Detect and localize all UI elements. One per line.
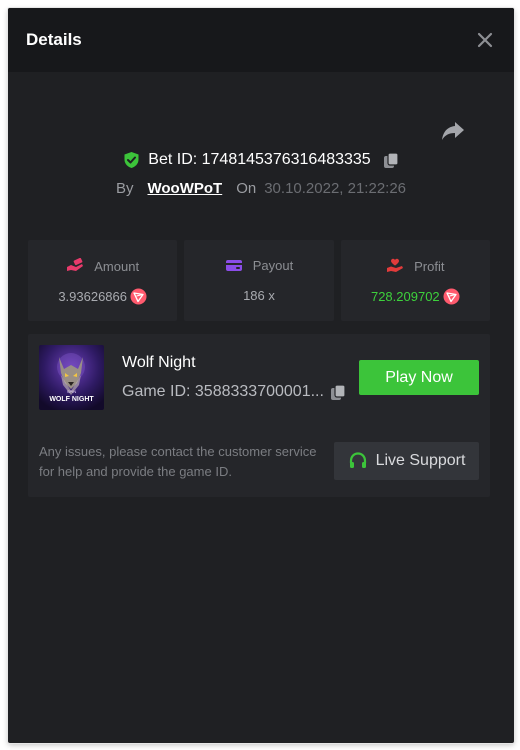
hand-coins-icon (67, 258, 84, 271)
bet-datetime: 30.10.2022, 21:22:26 (264, 180, 407, 197)
stat-amount-value: 3.93626866 (58, 289, 127, 304)
headset-icon (349, 452, 366, 468)
game-thumbnail[interactable]: SPIN WOLF NIGHT (39, 345, 104, 410)
user-link[interactable]: WooWPoT (148, 180, 223, 197)
share-button[interactable] (440, 120, 466, 142)
live-support-button[interactable]: Live Support (334, 442, 479, 480)
modal-title: Details (26, 30, 82, 49)
game-name: Wolf Night (122, 354, 196, 371)
copy-game-id-button[interactable] (330, 383, 346, 401)
bet-meta-row: By WooWPoT On 30.10.2022, 21:22:26 (8, 180, 514, 197)
copy-icon (383, 151, 399, 168)
bet-stats: Amount 3.93626866 Payout 186 x Profit 72… (28, 240, 490, 321)
wallet-icon (225, 260, 242, 271)
play-now-button[interactable]: Play Now (359, 360, 479, 395)
bet-id-text: Bet ID: 1748145376316483335 (148, 151, 371, 168)
live-support-label: Live Support (375, 452, 466, 469)
copy-icon (330, 383, 346, 400)
details-modal: Details Bet ID: 1748145376316483335 By W… (8, 8, 514, 743)
tron-coin-icon (130, 288, 147, 305)
tron-coin-icon (443, 288, 460, 305)
support-hint-text: Any issues, please contact the customer … (39, 444, 317, 479)
bet-id-row: Bet ID: 1748145376316483335 (8, 151, 514, 169)
close-icon (477, 32, 493, 48)
modal-header: Details (8, 8, 514, 72)
stat-profit-label: Profit (414, 258, 445, 274)
share-icon (442, 122, 464, 140)
hand-heart-icon (387, 258, 404, 272)
shield-check-icon (124, 152, 139, 168)
game-panel: SPIN WOLF NIGHT Wolf Night Game ID: 3588… (28, 334, 490, 497)
stat-amount-label: Amount (94, 258, 140, 274)
by-label: By (115, 180, 134, 197)
stat-payout-value: 186 x (243, 288, 275, 303)
stat-profit-value: 728.209702 (370, 289, 440, 304)
thumb-brand-text: SPIN (67, 389, 76, 394)
stat-payout-label: Payout (252, 258, 294, 273)
stat-profit: Profit 728.209702 (340, 240, 490, 321)
close-button[interactable] (474, 29, 496, 51)
game-id-text: Game ID: 3588333700001... (122, 383, 324, 400)
wolf-night-artwork: SPIN WOLF NIGHT (39, 345, 104, 410)
stat-payout: Payout 186 x (184, 240, 334, 321)
stat-amount: Amount 3.93626866 (28, 240, 178, 321)
thumb-title-text: WOLF NIGHT (49, 396, 94, 403)
copy-bet-id-button[interactable] (383, 151, 399, 169)
on-label: On (236, 180, 257, 197)
game-id-row: Game ID: 3588333700001... (122, 383, 346, 401)
